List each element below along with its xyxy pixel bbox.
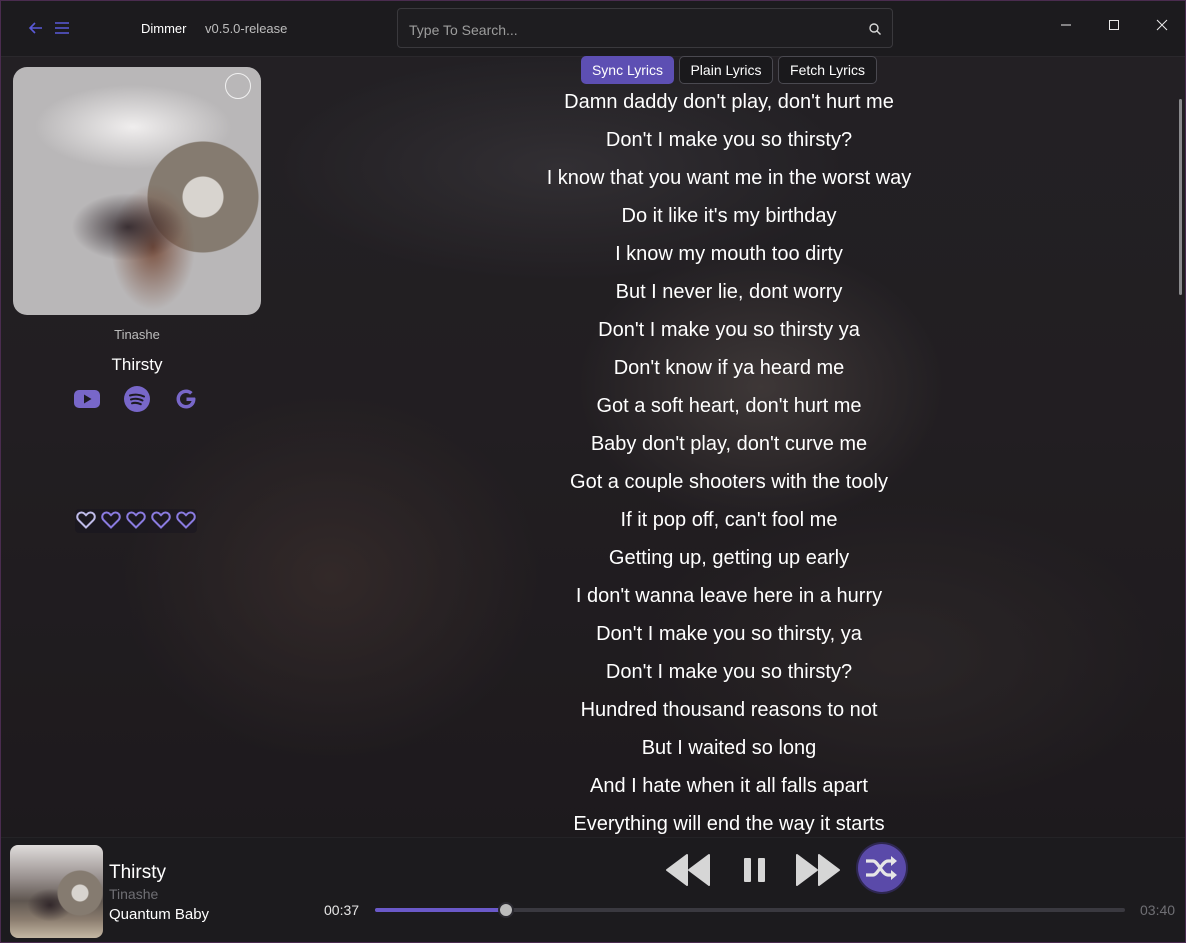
heart-icon[interactable] — [150, 509, 172, 531]
heart-icon[interactable] — [175, 509, 197, 531]
google-icon[interactable] — [172, 385, 200, 413]
sidebar-title: Thirsty — [111, 355, 163, 374]
lyric-line[interactable]: Don't I make you so thirsty, ya — [457, 619, 1001, 657]
lyrics-scrollbar-thumb[interactable] — [1179, 99, 1182, 295]
previous-icon[interactable] — [665, 848, 711, 892]
lyric-line[interactable]: I know that you want me in the worst way — [457, 163, 1001, 201]
tab-sync-lyrics[interactable]: Sync Lyrics — [581, 56, 674, 84]
close-icon[interactable] — [1148, 13, 1176, 37]
hamburger-menu-icon[interactable] — [53, 19, 71, 37]
lyric-line[interactable]: Baby don't play, don't curve me — [457, 429, 1001, 467]
app-window: Dimmer v0.5.0-release Tinashe Thirsty — [0, 0, 1186, 943]
minimize-icon[interactable] — [1052, 13, 1080, 37]
cover-badge-icon — [225, 73, 251, 99]
lyrics-list: Damn daddy don't play, don't hurt me Don… — [457, 87, 1001, 847]
search-box — [397, 8, 893, 48]
shuffle-icon — [866, 856, 897, 880]
search-input[interactable] — [407, 18, 851, 42]
progress-bar[interactable] — [375, 902, 1125, 918]
lyric-line[interactable]: Got a couple shooters with the tooly — [457, 467, 1001, 505]
lyric-line[interactable]: Don't I make you so thirsty ya — [457, 315, 1001, 353]
pause-icon[interactable] — [741, 848, 769, 892]
cover-figure — [53, 167, 203, 277]
maximize-icon[interactable] — [1100, 13, 1128, 37]
now-playing-title: Thirsty — [109, 862, 166, 883]
total-time: 03:40 — [1140, 902, 1176, 918]
heart-icon[interactable] — [100, 509, 122, 531]
lyric-line[interactable]: I don't wanna leave here in a hurry — [457, 581, 1001, 619]
lyric-line[interactable]: Do it like it's my birthday — [457, 201, 1001, 239]
title-bar: Dimmer v0.5.0-release — [1, 1, 1185, 57]
lyric-line[interactable]: Don't know if ya heard me — [457, 353, 1001, 391]
search-icon[interactable] — [868, 22, 882, 36]
tab-fetch-lyrics[interactable]: Fetch Lyrics — [778, 56, 877, 84]
lyric-line[interactable]: But I never lie, dont worry — [457, 277, 1001, 315]
back-arrow-icon[interactable] — [27, 19, 45, 37]
now-playing-cover[interactable] — [10, 845, 103, 938]
album-cover — [13, 67, 261, 315]
lyric-line[interactable]: But I waited so long — [457, 733, 1001, 771]
lyric-line[interactable]: Hundred thousand reasons to not — [457, 695, 1001, 733]
spotify-icon[interactable] — [123, 385, 151, 413]
youtube-icon[interactable] — [73, 385, 101, 413]
next-icon[interactable] — [795, 848, 841, 892]
now-playing-album[interactable]: Quantum Baby — [109, 906, 209, 923]
heart-icon[interactable] — [75, 509, 97, 531]
lyric-line[interactable]: I know my mouth too dirty — [457, 239, 1001, 277]
lyric-line[interactable]: If it pop off, can't fool me — [457, 505, 1001, 543]
app-name: Dimmer — [141, 21, 187, 36]
lyric-line[interactable]: Don't I make you so thirsty? — [457, 657, 1001, 695]
player-bar: Thirsty Tinashe Quantum Baby 00:37 03:40 — [1, 837, 1185, 942]
progress-knob[interactable] — [498, 902, 515, 918]
lyric-line[interactable]: Getting up, getting up early — [457, 543, 1001, 581]
lyric-line[interactable]: Don't I make you so thirsty? — [457, 125, 1001, 163]
app-version: v0.5.0-release — [205, 21, 288, 36]
tab-plain-lyrics[interactable]: Plain Lyrics — [679, 56, 773, 84]
current-time: 00:37 — [324, 902, 360, 918]
progress-fill — [375, 908, 507, 912]
sidebar-artist[interactable]: Tinashe — [13, 327, 261, 342]
now-playing-artist[interactable]: Tinashe — [109, 886, 158, 902]
lyric-line[interactable]: Got a soft heart, don't hurt me — [457, 391, 1001, 429]
shuffle-button[interactable] — [858, 844, 906, 892]
lyric-line[interactable]: Damn daddy don't play, don't hurt me — [457, 87, 1001, 125]
lyric-line[interactable]: And I hate when it all falls apart — [457, 771, 1001, 809]
heart-icon[interactable] — [125, 509, 147, 531]
rating-hearts — [75, 509, 197, 533]
